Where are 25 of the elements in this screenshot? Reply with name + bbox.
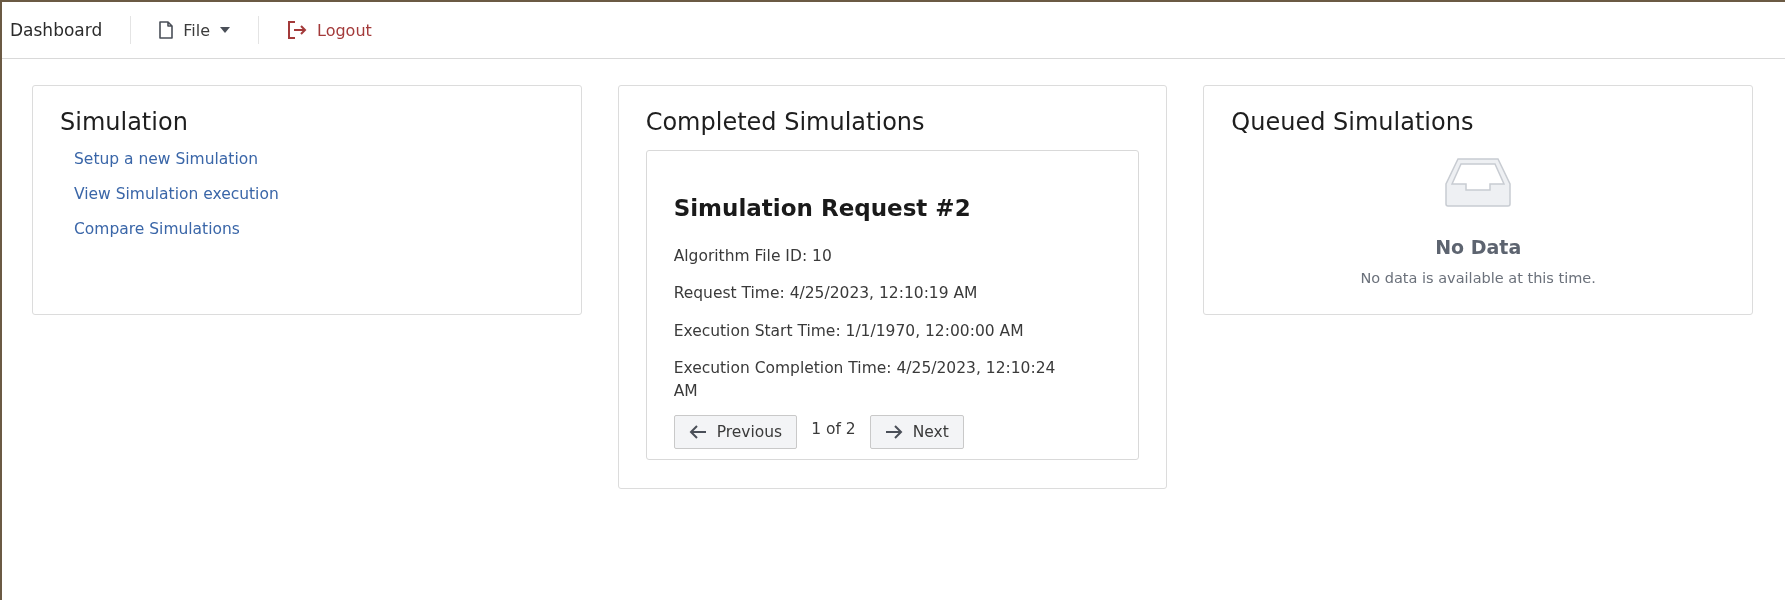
request-detail: Execution Start Time: 1/1/1970, 12:00:00 AM (673, 320, 1025, 342)
previous-button[interactable]: Previous (673, 415, 798, 450)
panel-title: Completed Simulations (645, 108, 926, 136)
logout-icon (287, 21, 307, 39)
panel-title: Queued Simulations (1231, 108, 1475, 136)
nav-link[interactable]: View Simulation execution (74, 185, 279, 203)
next-button[interactable]: Next (869, 415, 964, 450)
request-detail: Algorithm File ID: 10 (673, 246, 833, 267)
page-indicator: 1 of 2 (811, 420, 856, 439)
request-title: Simulation Request #2 (673, 195, 972, 221)
request-detail: Request Time: 4/25/2023, 12:10:19 AM (673, 283, 979, 305)
empty-state-title: No Data (1435, 236, 1522, 258)
logout-link[interactable]: Logout (259, 20, 400, 40)
caret-icon (220, 27, 230, 33)
nav-link[interactable]: Setup a new Simulation (74, 150, 258, 168)
nav-link[interactable]: Compare Simulations (74, 220, 240, 238)
file-icon (159, 21, 174, 39)
panel-title: Simulation (60, 108, 189, 136)
request-detail: Execution Completion Time: 4/25/2023, 12:10:24 AM (673, 358, 1057, 402)
empty-state-message: No data is available at this time. (1360, 270, 1596, 286)
right-arrow-icon (884, 425, 903, 440)
menu-button[interactable]: File (131, 20, 258, 40)
left-arrow-icon (688, 425, 707, 440)
brand-title[interactable]: Dashboard (10, 20, 131, 40)
empty-tray-icon (1444, 156, 1513, 208)
